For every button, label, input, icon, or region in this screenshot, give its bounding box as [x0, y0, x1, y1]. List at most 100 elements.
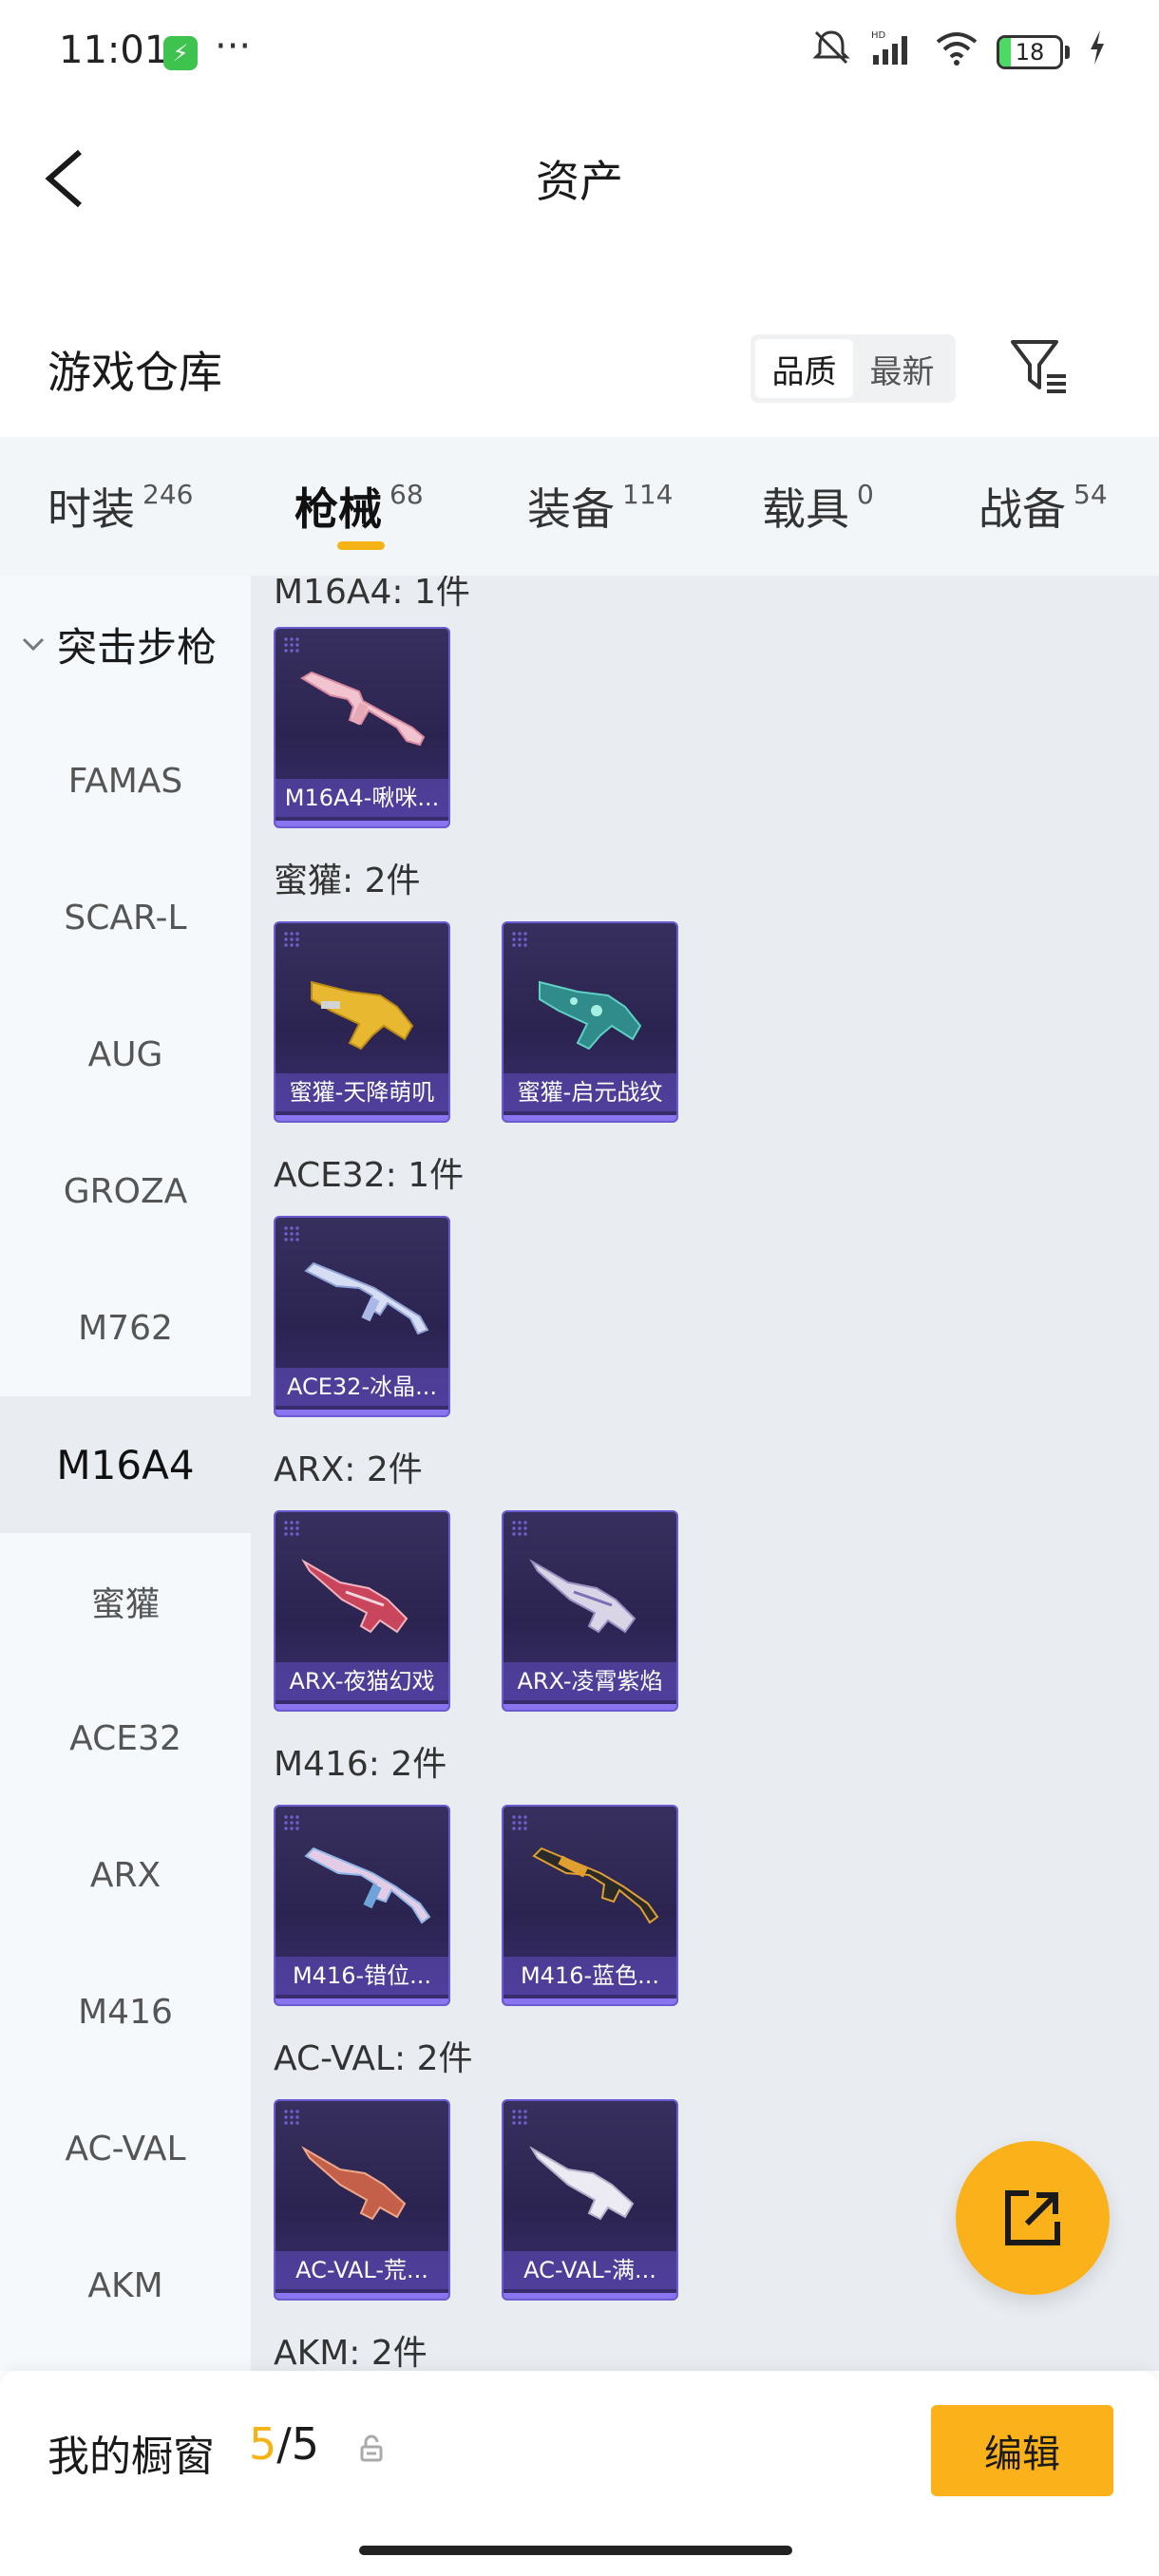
tab-label: 载具 [762, 483, 849, 535]
skin-name: ARX-夜猫幻戏 [276, 1662, 448, 1700]
tab-count: 54 [1074, 479, 1108, 510]
rifle-image [532, 1847, 659, 1924]
skin-card[interactable]: 蜜獾-启元战纹 [502, 921, 678, 1123]
skin-card[interactable]: ARX-凌霄紫焰 [502, 1510, 678, 1712]
skin-card[interactable]: ACE32-冰晶... [274, 1216, 450, 1417]
sort-toggle: 品质 最新 [750, 334, 956, 403]
group-title: M416: 2件 [274, 1745, 447, 1784]
sidebar-item-honey-badger[interactable]: 蜜獾 [0, 1533, 251, 1670]
status-time: 11:01 [59, 28, 169, 72]
skin-name: ARX-凌霄紫焰 [504, 1662, 676, 1700]
smg-image [311, 980, 414, 1051]
tab-firearms[interactable]: 枪械 68 [294, 475, 424, 538]
tab-count: 0 [857, 479, 874, 510]
rifle-image [304, 1261, 429, 1335]
skin-card[interactable]: AC-VAL-满... [502, 2099, 678, 2301]
rifle-image [300, 671, 426, 747]
group-title: M16A4: 1件 [274, 576, 470, 612]
hd-signal-icon: HD [869, 28, 917, 75]
status-bar: 11:01 ⚡ ··· HD 18 [0, 0, 1159, 104]
tab-count: 246 [142, 479, 194, 510]
showcase-separator: / [276, 2418, 292, 2470]
edit-button[interactable]: 编辑 [931, 2405, 1113, 2496]
tab-label: 枪械 [294, 483, 382, 535]
page-title: 资产 [536, 156, 623, 207]
wifi-icon [934, 28, 979, 75]
rifle-image [304, 1847, 431, 1924]
group-title: AC-VAL: 2件 [274, 2039, 473, 2078]
group-title: 蜜獾: 2件 [274, 862, 421, 900]
tab-count: 114 [622, 479, 674, 510]
active-tab-indicator [337, 541, 385, 550]
skin-card[interactable]: 蜜獾-天降萌叽 [274, 921, 450, 1123]
tab-fashion[interactable]: 时装 246 [48, 475, 193, 538]
showcase-current: 5 [249, 2418, 277, 2470]
tab-label: 战备 [978, 483, 1066, 535]
skin-name: 蜜獾-天降萌叽 [276, 1073, 448, 1111]
sidebar-group-label: 突击步枪 [57, 623, 218, 671]
showcase-label: 我的橱窗 [48, 2433, 215, 2481]
lock-icon [360, 2434, 383, 2462]
charging-icon [1087, 28, 1108, 75]
tab-equipment[interactable]: 装备 114 [527, 475, 673, 538]
showcase-count: 5/5 [249, 2418, 319, 2470]
skin-name: M416-错位... [276, 1957, 448, 1995]
mute-icon [810, 28, 852, 75]
sidebar-item-groza[interactable]: GROZA [0, 1123, 251, 1260]
sidebar-item-m762[interactable]: M762 [0, 1260, 251, 1396]
rifle-image [529, 1559, 636, 1634]
tab-vehicles[interactable]: 载具 0 [762, 475, 874, 538]
showcase-total: 5 [291, 2418, 320, 2470]
svg-text:HD: HD [871, 30, 886, 41]
status-right-icons: HD 18 [810, 28, 1108, 75]
skin-name: AC-VAL-荒... [276, 2251, 448, 2289]
sidebar-item-m16a4[interactable]: M16A4 [0, 1396, 251, 1533]
status-more-dots: ··· [215, 25, 252, 68]
skin-name: 蜜獾-启元战纹 [504, 1073, 676, 1111]
filter-button[interactable] [1007, 334, 1074, 401]
sidebar-item-famas[interactable]: FAMAS [0, 712, 251, 849]
filter-icon [1011, 340, 1066, 393]
sort-quality-button[interactable]: 品质 [755, 339, 853, 398]
sidebar-item-m416[interactable]: M416 [0, 1943, 251, 2080]
sidebar-item-akm[interactable]: AKM [0, 2217, 251, 2354]
sidebar-group-assault-rifle[interactable]: 突击步枪 [0, 576, 251, 712]
sort-newest-button[interactable]: 最新 [853, 339, 951, 398]
skin-name: AC-VAL-满... [504, 2251, 676, 2289]
skin-card[interactable]: ARX-夜猫幻戏 [274, 1510, 450, 1712]
sidebar-item-ac-val[interactable]: AC-VAL [0, 2080, 251, 2217]
sidebar-item-scar-l[interactable]: SCAR-L [0, 849, 251, 986]
skin-card[interactable]: M416-蓝色... [502, 1805, 678, 2006]
tab-label: 时装 [48, 483, 135, 535]
category-tabs: 时装 246 枪械 68 装备 114 载具 0 战备 54 [0, 437, 1159, 576]
weapon-skin-list: M16A4: 1件 M16A4-啾咪... 蜜獾: 2件 蜜獾-天降萌叽 蜜獾-… [251, 576, 1159, 2371]
tab-supplies[interactable]: 战备 54 [978, 475, 1108, 538]
rifle-image [529, 2146, 635, 2221]
export-icon [1005, 2190, 1060, 2245]
home-indicator[interactable] [359, 2546, 792, 2555]
sidebar-item-arx[interactable]: ARX [0, 1807, 251, 1943]
share-fab-button[interactable] [956, 2141, 1110, 2295]
rifle-image [301, 2146, 407, 2221]
sidebar-item-ace32[interactable]: ACE32 [0, 1670, 251, 1807]
sidebar-item-aug[interactable]: AUG [0, 986, 251, 1123]
skin-name: M416-蓝色... [504, 1957, 676, 1995]
weapon-type-sidebar: 突击步枪 FAMAS SCAR-L AUG GROZA M762 M16A4 蜜… [0, 576, 251, 2371]
battery-level: 18 [1015, 38, 1045, 66]
group-title: AKM: 2件 [274, 2334, 428, 2371]
group-title: ACE32: 1件 [274, 1156, 465, 1195]
skin-name: M16A4-啾咪... [276, 779, 448, 817]
tab-count: 68 [390, 479, 424, 510]
chevron-down-icon [22, 637, 45, 652]
warehouse-title: 游戏仓库 [48, 347, 222, 398]
battery-icon: 18 [997, 34, 1070, 69]
smg-image [539, 980, 642, 1051]
rifle-image [301, 1559, 408, 1634]
tab-label: 装备 [527, 483, 615, 535]
skin-card[interactable]: AC-VAL-荒... [274, 2099, 450, 2301]
skin-name: ACE32-冰晶... [276, 1368, 448, 1406]
skin-card[interactable]: M416-错位... [274, 1805, 450, 2006]
group-title: ARX: 2件 [274, 1450, 423, 1489]
charging-app-icon: ⚡ [163, 36, 198, 70]
skin-card[interactable]: M16A4-啾咪... [274, 627, 450, 828]
